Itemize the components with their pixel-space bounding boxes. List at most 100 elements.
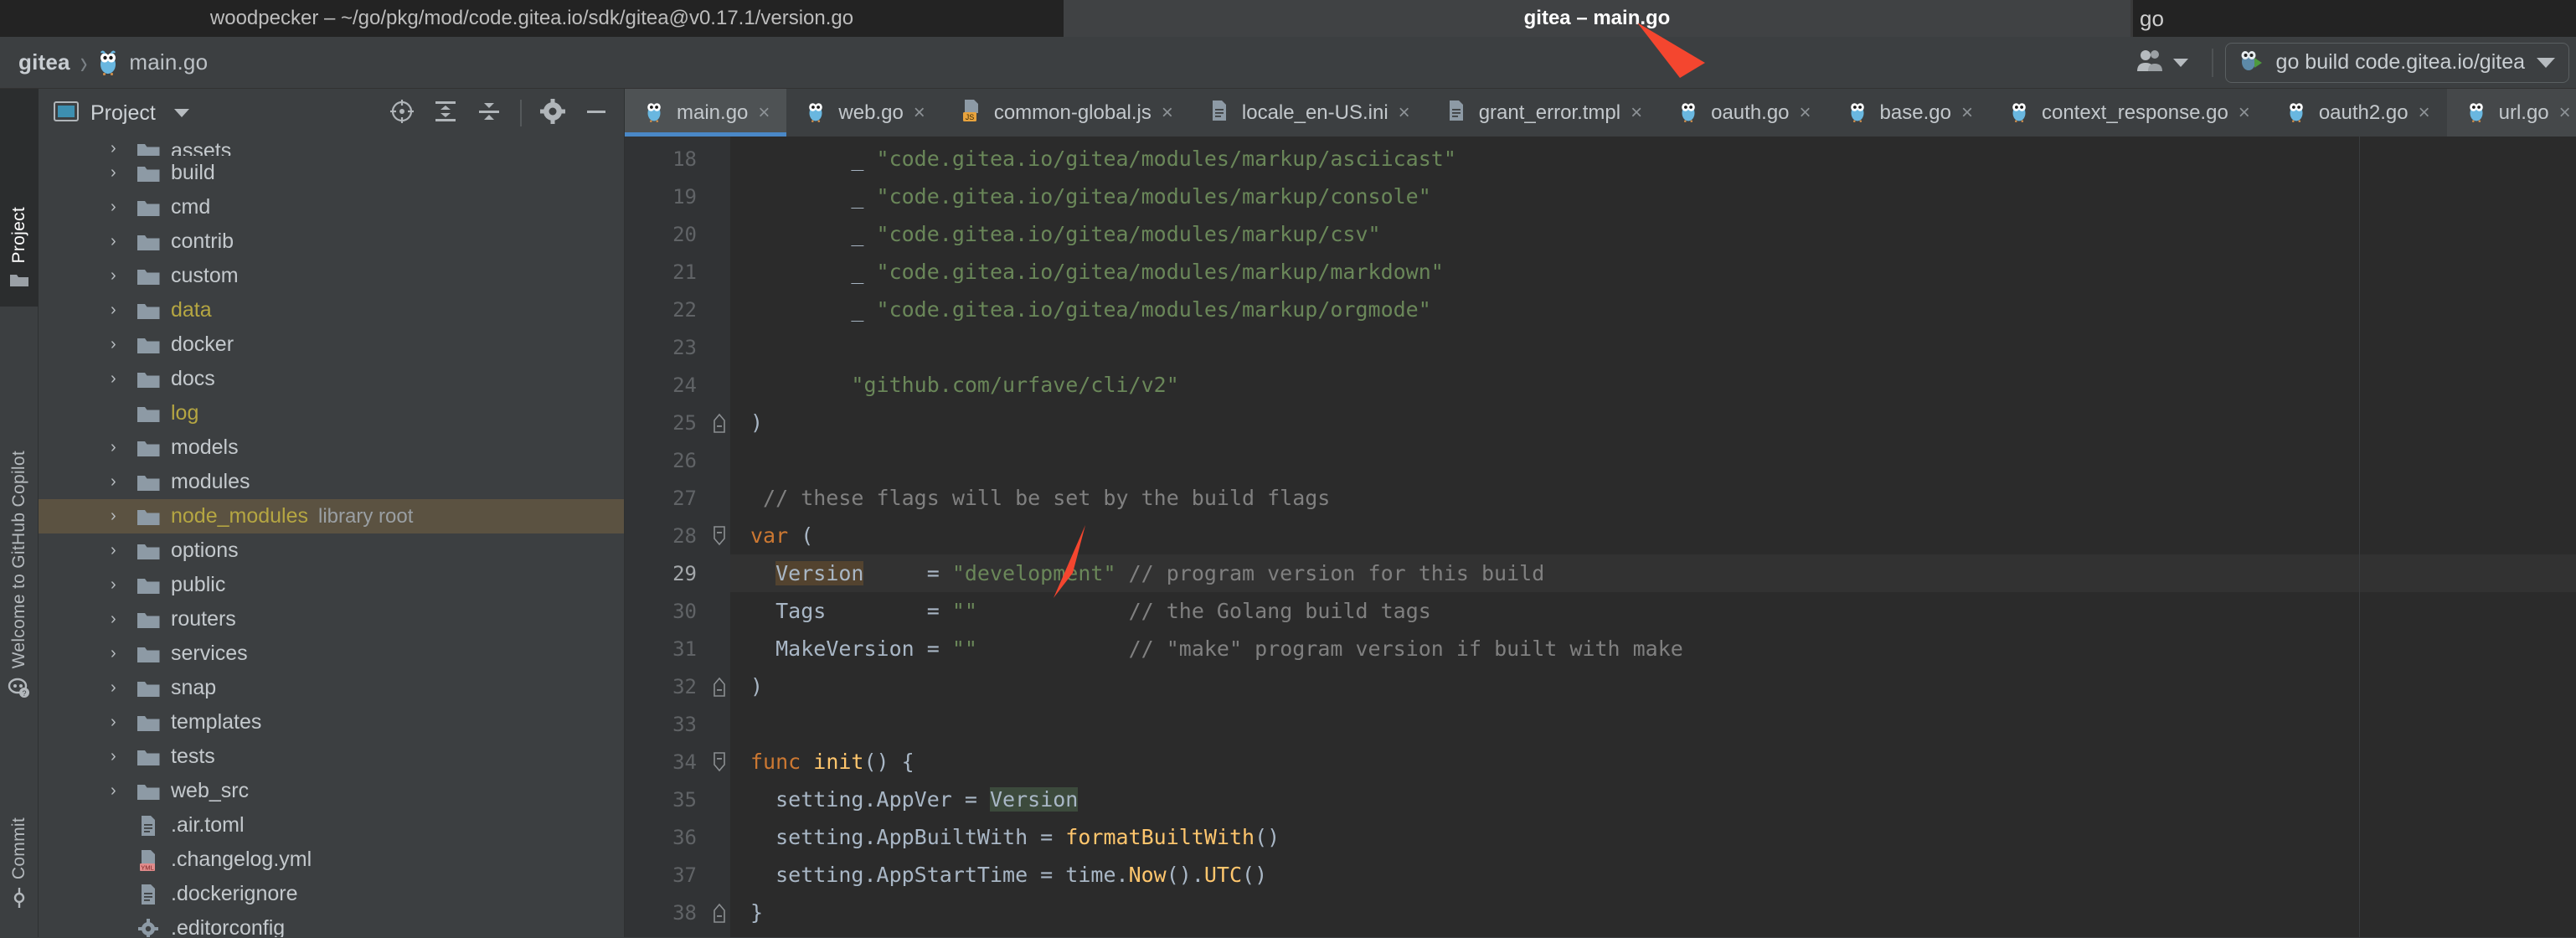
- tree-row-node_modules[interactable]: › node_modules library root: [39, 499, 624, 533]
- code-line[interactable]: ): [730, 404, 2576, 441]
- fold-marker-end[interactable]: [708, 404, 730, 441]
- code-line[interactable]: Version = "development" // program versi…: [730, 554, 2576, 592]
- chevron-right-icon[interactable]: ›: [111, 438, 136, 457]
- tree-row-docs[interactable]: › docs: [39, 362, 624, 396]
- chevron-right-icon[interactable]: ›: [111, 369, 136, 389]
- tree-row-.dockerignore[interactable]: .dockerignore: [39, 877, 624, 911]
- close-icon[interactable]: ×: [2419, 102, 2430, 123]
- sidebar-item-copilot[interactable]: ? Welcome to GitHub Copilot: [0, 315, 39, 717]
- window-title-inactive[interactable]: woodpecker – ~/go/pkg/mod/code.gitea.io/…: [0, 0, 1064, 37]
- tree-row-log[interactable]: log: [39, 396, 624, 430]
- chevron-down-icon[interactable]: [2537, 57, 2555, 68]
- tree-row-options[interactable]: › options: [39, 533, 624, 568]
- tree-row-.changelog.yml[interactable]: YML .changelog.yml: [39, 843, 624, 877]
- tree-row-build[interactable]: › build: [39, 156, 624, 190]
- sidebar-item-pull-requests[interactable]: Pull Requests: [0, 935, 39, 938]
- fold-marker-start[interactable]: [708, 517, 730, 554]
- tree-row-routers[interactable]: › routers: [39, 602, 624, 636]
- editor-tab-base.go[interactable]: base.go ×: [1828, 89, 1990, 137]
- chevron-right-icon[interactable]: ›: [111, 335, 136, 354]
- code-line[interactable]: [730, 705, 2576, 743]
- select-opened-file-icon[interactable]: [389, 99, 415, 128]
- tree-row-web_src[interactable]: › web_src: [39, 774, 624, 808]
- editor-tab-oauth2.go[interactable]: oauth2.go ×: [2267, 89, 2447, 137]
- tree-row-.air.toml[interactable]: .air.toml: [39, 808, 624, 843]
- tree-row-templates[interactable]: › templates: [39, 705, 624, 740]
- tree-row-services[interactable]: › services: [39, 636, 624, 671]
- window-title-third[interactable]: go: [2130, 0, 2576, 37]
- chevron-right-icon[interactable]: ›: [111, 232, 136, 251]
- tree-row-snap[interactable]: › snap: [39, 671, 624, 705]
- code-line[interactable]: }: [730, 894, 2576, 931]
- tree-row-tests[interactable]: › tests: [39, 740, 624, 774]
- code-line[interactable]: // these flags will be set by the build …: [730, 479, 2576, 517]
- code-line[interactable]: [730, 931, 2576, 937]
- code-line[interactable]: var (: [730, 517, 2576, 554]
- tree-row-docker[interactable]: › docker: [39, 327, 624, 362]
- close-icon[interactable]: ×: [914, 102, 925, 123]
- close-icon[interactable]: ×: [1961, 102, 1973, 123]
- code-line[interactable]: _ "code.gitea.io/gitea/modules/markup/or…: [730, 291, 2576, 328]
- tree-row-custom[interactable]: › custom: [39, 259, 624, 293]
- editor-tab-url.go[interactable]: url.go ×: [2446, 89, 2576, 137]
- chevron-right-icon[interactable]: ›: [111, 507, 136, 526]
- project-file-tree[interactable]: › assets › build › cmd › contrib › custom › data › do…: [39, 137, 624, 937]
- chevron-right-icon[interactable]: ›: [111, 644, 136, 663]
- code-line[interactable]: MakeVersion = "" // "make" program versi…: [730, 630, 2576, 667]
- tree-row-data[interactable]: › data: [39, 293, 624, 327]
- chevron-right-icon[interactable]: ›: [111, 163, 136, 183]
- settings-gear-icon[interactable]: [540, 98, 565, 128]
- tree-row-.editorconfig[interactable]: .editorconfig: [39, 911, 624, 937]
- editor-tab-web.go[interactable]: web.go ×: [786, 89, 941, 137]
- chevron-right-icon[interactable]: ›: [111, 678, 136, 698]
- code-line[interactable]: [730, 328, 2576, 366]
- chevron-down-icon[interactable]: [173, 109, 189, 117]
- chevron-right-icon[interactable]: ›: [111, 301, 136, 320]
- users-button[interactable]: [2125, 44, 2200, 81]
- code-line[interactable]: setting.AppBuiltWith = formatBuiltWith(): [730, 818, 2576, 856]
- code-line[interactable]: _ "code.gitea.io/gitea/modules/markup/as…: [730, 140, 2576, 178]
- code-line[interactable]: _ "code.gitea.io/gitea/modules/markup/cs…: [730, 215, 2576, 253]
- fold-marker-end[interactable]: [708, 894, 730, 931]
- hide-panel-icon[interactable]: [584, 99, 609, 128]
- code-line[interactable]: Tags = "" // the Golang build tags: [730, 592, 2576, 630]
- code-line[interactable]: _ "code.gitea.io/gitea/modules/markup/ma…: [730, 253, 2576, 291]
- chevron-right-icon[interactable]: ›: [111, 575, 136, 595]
- fold-marker-start[interactable]: [708, 743, 730, 781]
- code-line[interactable]: _ "code.gitea.io/gitea/modules/markup/co…: [730, 178, 2576, 215]
- code-editor[interactable]: 18 19 20 21 22 23 24 25 26 27 28 29 30 31 32 33 34 35 36 37…: [625, 137, 2576, 937]
- editor-tab-locale_en-US.ini[interactable]: locale_en-US.ini ×: [1190, 89, 1427, 137]
- close-icon[interactable]: ×: [1800, 102, 1811, 123]
- editor-tab-context_response.go[interactable]: context_response.go ×: [1990, 89, 2267, 137]
- chevron-right-icon[interactable]: ›: [111, 747, 136, 766]
- chevron-right-icon[interactable]: ›: [111, 713, 136, 732]
- tree-row-models[interactable]: › models: [39, 430, 624, 465]
- window-title-active[interactable]: gitea – main.go: [1064, 0, 2130, 37]
- collapse-all-icon[interactable]: [477, 99, 502, 128]
- tree-row-public[interactable]: › public: [39, 568, 624, 602]
- close-icon[interactable]: ×: [758, 102, 770, 123]
- chevron-right-icon[interactable]: ›: [111, 139, 136, 156]
- close-icon[interactable]: ×: [2559, 102, 2571, 123]
- breadcrumb-item-file[interactable]: main.go: [129, 49, 208, 75]
- sidebar-item-commit[interactable]: Commit: [0, 734, 39, 926]
- chevron-right-icon[interactable]: ›: [111, 266, 136, 286]
- chevron-right-icon[interactable]: ›: [111, 610, 136, 629]
- expand-all-icon[interactable]: [433, 99, 458, 128]
- chevron-right-icon[interactable]: ›: [111, 198, 136, 217]
- tree-row-modules[interactable]: › modules: [39, 465, 624, 499]
- code-line[interactable]: setting.AppVer = Version: [730, 781, 2576, 818]
- tree-row-cmd[interactable]: › cmd: [39, 190, 624, 224]
- close-icon[interactable]: ×: [2239, 102, 2250, 123]
- editor-tab-common-global.js[interactable]: JS common-global.js ×: [942, 89, 1190, 137]
- code-content[interactable]: _ "code.gitea.io/gitea/modules/markup/as…: [730, 137, 2576, 937]
- close-icon[interactable]: ×: [1162, 102, 1173, 123]
- code-line[interactable]: func init() {: [730, 743, 2576, 781]
- fold-marker-end[interactable]: [708, 667, 730, 705]
- editor-tab-grant_error.tmpl[interactable]: grant_error.tmpl ×: [1427, 89, 1659, 137]
- code-line[interactable]: ): [730, 667, 2576, 705]
- code-line[interactable]: "github.com/urfave/cli/v2": [730, 366, 2576, 404]
- close-icon[interactable]: ×: [1399, 102, 1410, 123]
- run-configuration-selector[interactable]: go build code.gitea.io/gitea: [2224, 42, 2569, 83]
- tree-row-assets[interactable]: › assets: [39, 139, 624, 156]
